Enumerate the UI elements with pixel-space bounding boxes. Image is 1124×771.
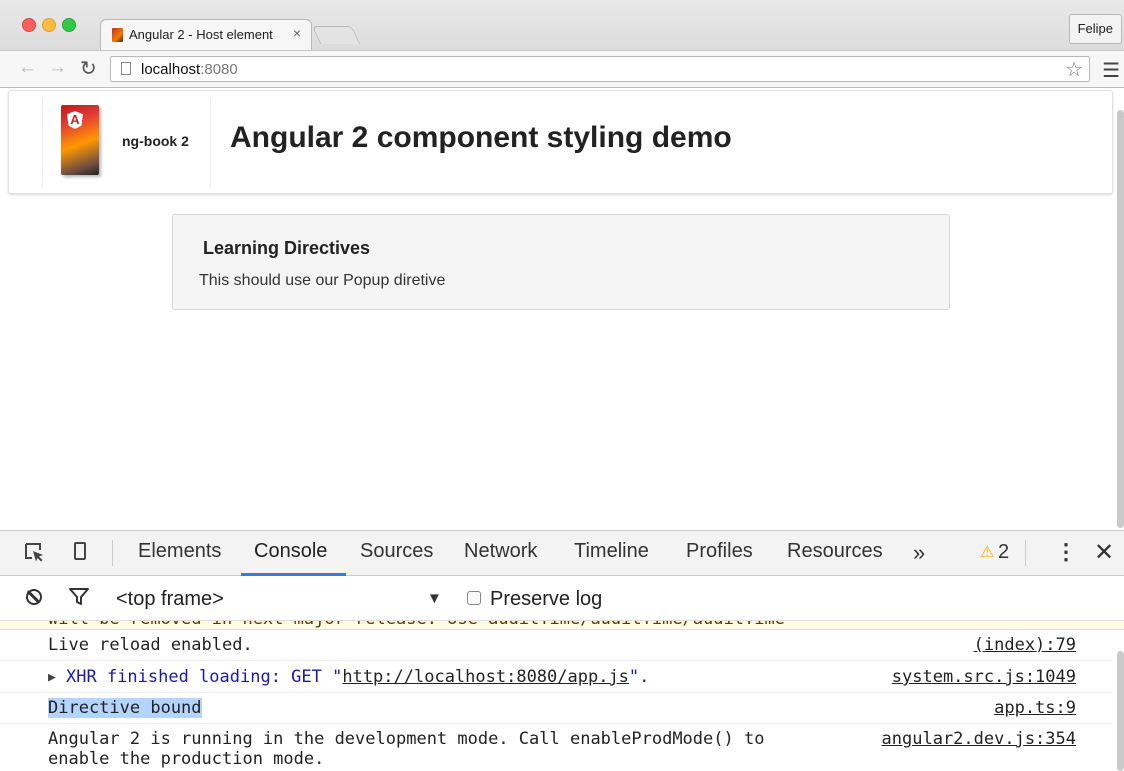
console-message[interactable]: ▶ XHR finished loading: GET "http://loca… bbox=[0, 661, 1112, 693]
hamburger-menu-icon[interactable]: ☰ bbox=[1102, 58, 1120, 83]
message-source-link[interactable]: (index):79 bbox=[974, 635, 1076, 655]
cutoff-text: will be removed in next major release. U… bbox=[48, 621, 785, 629]
bookmark-star-icon[interactable]: ☆ bbox=[1065, 57, 1083, 82]
divider bbox=[42, 97, 43, 187]
expand-arrow-icon[interactable]: ▶ bbox=[48, 670, 56, 685]
url-port: :8080 bbox=[200, 61, 238, 78]
message-text: Directive bound bbox=[48, 698, 202, 718]
close-devtools-icon[interactable]: ✕ bbox=[1094, 538, 1114, 567]
console-message[interactable]: Angular 2 is running in the development … bbox=[0, 724, 1112, 771]
tab-sources[interactable]: Sources bbox=[360, 540, 433, 563]
page-title: Angular 2 component styling demo bbox=[230, 121, 732, 154]
tab-network[interactable]: Network bbox=[464, 540, 537, 563]
new-tab-button[interactable] bbox=[311, 26, 361, 44]
kebab-menu-icon[interactable]: ⋮ bbox=[1055, 539, 1077, 565]
url-host: localhost bbox=[141, 61, 201, 78]
warning-icon[interactable]: ⚠ bbox=[980, 542, 994, 562]
xhr-url-link[interactable]: http://localhost:8080/app.js bbox=[342, 667, 629, 687]
angular-logo-icon: A bbox=[67, 111, 83, 129]
address-bar[interactable]: localhost:8080 ☆ bbox=[110, 56, 1090, 82]
xhr-message-text: XHR finished loading: GET "http://localh… bbox=[66, 667, 649, 687]
popup-card[interactable]: Learning Directives This should use our … bbox=[172, 214, 950, 310]
back-arrow-icon[interactable]: ← bbox=[18, 57, 37, 79]
tab-title: Angular 2 - Host element bbox=[129, 27, 273, 42]
divider bbox=[112, 540, 113, 566]
page-scrollbar[interactable] bbox=[1117, 110, 1124, 528]
tab-profiles[interactable]: Profiles bbox=[686, 540, 753, 563]
tab-timeline[interactable]: Timeline bbox=[574, 540, 649, 563]
divider bbox=[1025, 540, 1026, 566]
preserve-log-checkbox[interactable] bbox=[467, 591, 481, 605]
tab-resources[interactable]: Resources bbox=[787, 540, 883, 563]
app-navbar: A ng-book 2 Angular 2 component styling … bbox=[8, 90, 1113, 194]
favicon-icon bbox=[112, 28, 123, 42]
browser-tab-active[interactable]: Angular 2 - Host element × bbox=[100, 19, 312, 50]
book-cover-image[interactable]: A bbox=[61, 105, 99, 175]
console-scrollbar[interactable] bbox=[1117, 651, 1124, 771]
tab-elements[interactable]: Elements bbox=[138, 540, 221, 563]
browser-toolbar: ← → ↻ localhost:8080 ☆ ☰ bbox=[0, 50, 1124, 88]
console-message[interactable]: Live reload enabled. (index):79 bbox=[0, 629, 1112, 661]
console-output[interactable]: will be removed in next major release. U… bbox=[0, 621, 1124, 771]
xhr-suffix: ". bbox=[628, 667, 650, 687]
xhr-prefix: XHR finished loading: GET " bbox=[66, 667, 343, 687]
window-maximize-button[interactable] bbox=[62, 18, 76, 32]
warning-count[interactable]: 2 bbox=[998, 541, 1009, 564]
page-icon bbox=[121, 62, 131, 75]
device-mode-icon[interactable] bbox=[74, 542, 86, 560]
preserve-log-label[interactable]: Preserve log bbox=[490, 588, 602, 611]
brand-name[interactable]: ng-book 2 bbox=[122, 133, 189, 149]
card-title: Learning Directives bbox=[203, 238, 371, 258]
tab-close-icon[interactable]: × bbox=[293, 25, 301, 41]
console-filterbar: <top frame> ▼ Preserve log bbox=[0, 576, 1124, 621]
reload-icon[interactable]: ↻ bbox=[80, 56, 97, 81]
message-source-link[interactable]: system.src.js:1049 bbox=[892, 667, 1076, 687]
devtools-tabbar: Elements Console Sources Network Timelin… bbox=[0, 531, 1124, 576]
devtools-panel: Elements Console Sources Network Timelin… bbox=[0, 530, 1124, 771]
clear-console-icon[interactable] bbox=[26, 589, 42, 605]
url-text[interactable]: localhost:8080 bbox=[141, 61, 238, 78]
forward-arrow-icon[interactable]: → bbox=[48, 57, 67, 79]
filter-icon[interactable] bbox=[68, 585, 90, 607]
more-tabs-icon[interactable]: » bbox=[913, 540, 925, 566]
message-source-link[interactable]: angular2.dev.js:354 bbox=[882, 729, 1076, 749]
console-message[interactable]: Directive bound app.ts:9 bbox=[0, 693, 1112, 724]
message-text-line1: Angular 2 is running in the development … bbox=[48, 729, 765, 749]
inspect-element-icon[interactable] bbox=[24, 542, 44, 562]
browser-titlebar: Angular 2 - Host element × Felipe bbox=[0, 0, 1124, 50]
dropdown-arrow-icon[interactable]: ▼ bbox=[427, 590, 442, 607]
message-source-link[interactable]: app.ts:9 bbox=[994, 698, 1076, 718]
tab-console[interactable]: Console bbox=[254, 540, 327, 563]
profile-button[interactable]: Felipe bbox=[1068, 14, 1122, 44]
message-text: Live reload enabled. bbox=[48, 635, 253, 655]
divider bbox=[210, 97, 211, 187]
window-close-button[interactable] bbox=[22, 18, 36, 32]
window-minimize-button[interactable] bbox=[42, 18, 56, 32]
message-text-line2: enable the production mode. bbox=[48, 749, 325, 769]
frame-select[interactable]: <top frame> bbox=[116, 588, 224, 611]
card-text: This should use our Popup diretive bbox=[199, 272, 446, 289]
